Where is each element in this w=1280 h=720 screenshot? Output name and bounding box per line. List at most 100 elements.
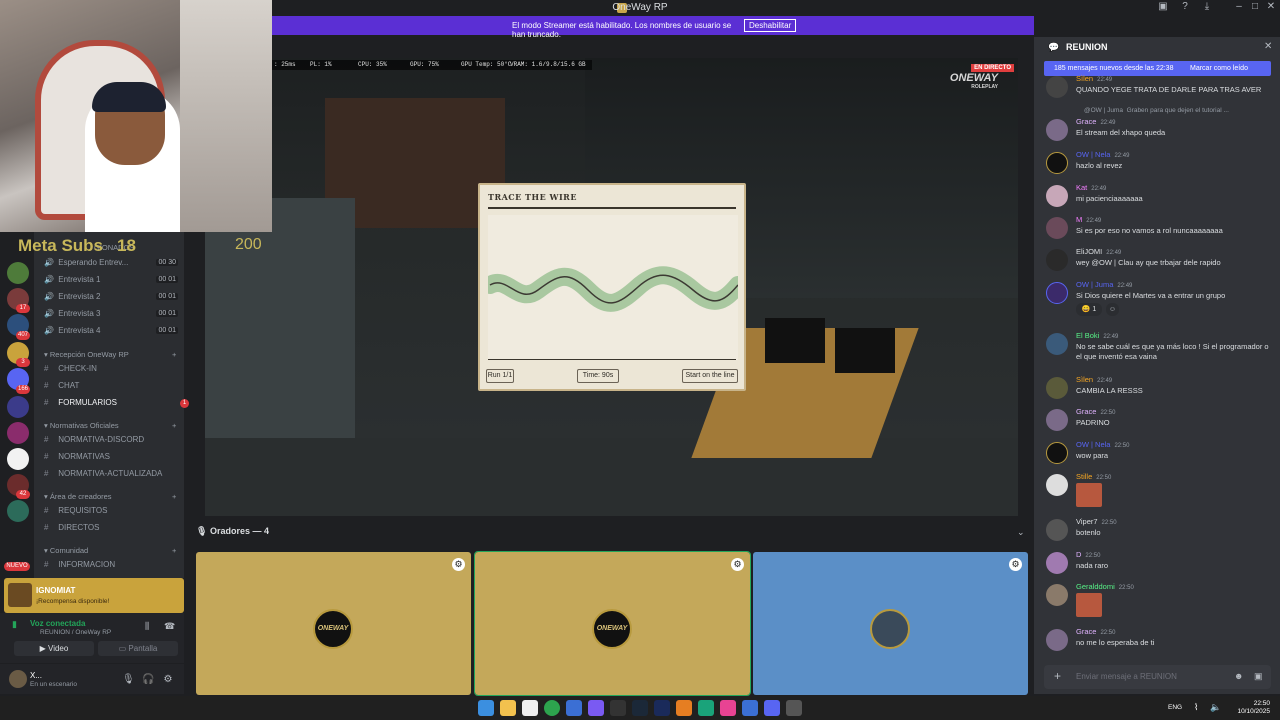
text-channel[interactable]: # NORMATIVA-DISCORD <box>44 435 184 449</box>
edge-icon[interactable] <box>698 700 714 716</box>
app-icon[interactable] <box>720 700 736 716</box>
outlook-icon[interactable] <box>566 700 582 716</box>
language-indicator[interactable]: ENG <box>1168 704 1182 711</box>
reply-preview[interactable]: @OW | Juma Graben para que dejen el tuto… <box>1044 105 1276 115</box>
inbox-icon[interactable]: ▣ <box>1154 1 1172 15</box>
clock[interactable]: 22:50 10/10/2025 <box>1237 700 1270 716</box>
wire-canvas[interactable] <box>481 215 747 360</box>
text-channel[interactable]: # CHAT <box>44 381 184 395</box>
server-icon[interactable] <box>7 396 29 418</box>
app-icon[interactable] <box>676 700 692 716</box>
app-icon[interactable] <box>742 700 758 716</box>
text-channel[interactable]: # FORMULARIOS 1 <box>44 398 189 412</box>
avatar <box>1046 474 1068 496</box>
voice-channel[interactable]: 🔊 Entrevista 1 00 01 <box>44 275 184 289</box>
start-on-line-button[interactable]: Start on the line <box>682 369 738 383</box>
wifi-icon[interactable]: ⌇ <box>1194 702 1198 713</box>
speaker-tile[interactable]: ⚙ <box>753 552 1028 695</box>
text-channel[interactable]: # INFORMACION <box>44 560 184 574</box>
channel-label: DIRECTOS <box>58 523 100 532</box>
hash-icon: # <box>44 560 49 569</box>
channel-label: CHAT <box>58 381 80 390</box>
disconnect-icon[interactable]: ☎ <box>164 621 175 632</box>
speaker-avatar: ONEWAY <box>313 609 353 649</box>
add-channel-icon[interactable]: + <box>172 492 176 501</box>
microphone-icon[interactable]: 🎙 <box>122 674 135 686</box>
chrome-icon[interactable] <box>544 700 560 716</box>
add-channel-icon[interactable]: + <box>172 350 176 359</box>
add-channel-icon[interactable]: + <box>172 546 176 555</box>
channel-count: 00 30 <box>156 259 178 266</box>
new-badge: NUEVO <box>4 562 30 571</box>
server-icon[interactable] <box>7 500 29 522</box>
text-channel[interactable]: # CHECK-IN <box>44 364 184 378</box>
voice-channel[interactable]: 🔊 Esperando Entrev... 00 30 <box>44 258 184 272</box>
app-icon[interactable] <box>610 700 626 716</box>
server-icon[interactable] <box>7 262 29 284</box>
close-window-icon[interactable]: ✕ <box>1262 1 1280 15</box>
category-label: Comunidad <box>49 546 89 555</box>
disable-streamer-button[interactable]: Deshabilitar <box>744 19 797 32</box>
settings-icon[interactable]: ⚙ <box>162 674 174 686</box>
steam-icon[interactable] <box>632 700 648 716</box>
server-badge: 407 <box>16 331 30 340</box>
options-icon[interactable]: ⚙ <box>731 558 744 571</box>
app-icon[interactable] <box>588 700 604 716</box>
voice-location[interactable]: REUNION / OneWay RP <box>40 629 111 636</box>
category-recepcion[interactable]: ▾ Recepción OneWay RP + <box>44 350 176 359</box>
avatar[interactable] <box>9 670 27 688</box>
text-channel[interactable]: # NORMATIVA-ACTUALIZADA <box>44 469 184 483</box>
file-explorer-icon[interactable] <box>500 700 516 716</box>
speaker-icon: 🔊 <box>44 326 54 335</box>
minigame-title: TRACE THE WIRE <box>488 192 577 202</box>
mark-read-button[interactable]: Marcar como leído <box>1190 65 1248 72</box>
text-channel[interactable]: # REQUISITOS <box>44 506 184 520</box>
add-channel-icon[interactable]: + <box>172 421 176 430</box>
voice-channel[interactable]: 🔊 Entrevista 2 00 01 <box>44 292 184 306</box>
category-comunidad[interactable]: ▾ Comunidad + <box>44 546 176 555</box>
category-creadores[interactable]: ▾ Área de creadores + <box>44 492 176 501</box>
start-icon[interactable] <box>478 700 494 716</box>
chat-message: OW | Nela 22:49 hazlo al revez <box>1044 150 1276 178</box>
chat-input[interactable]: + Enviar mensaje a REUNION ☻ ▣ <box>1044 665 1271 689</box>
voice-channel[interactable]: 🔊 Entrevista 3 00 01 <box>44 309 184 323</box>
author-name: OW | Nela <box>1076 150 1111 159</box>
screen-share-button[interactable]: ▭ Pantalla <box>98 641 178 656</box>
noise-suppression-icon[interactable]: ⫼ <box>145 621 149 632</box>
close-chat-icon[interactable]: ✕ <box>1264 41 1272 52</box>
message-text: CAMBIA LA RESSS <box>1076 386 1143 395</box>
server-badge: 42 <box>16 490 30 499</box>
activity-card[interactable]: IGNOMIAT ¡Recompensa disponible! <box>4 578 184 613</box>
notepad-icon[interactable] <box>522 700 538 716</box>
video-button[interactable]: ▶ Video <box>14 641 94 656</box>
gamepad-icon[interactable]: ▣ <box>1254 671 1263 682</box>
add-attachment-icon[interactable]: + <box>1054 669 1061 683</box>
settings-app-icon[interactable] <box>786 700 802 716</box>
volume-icon[interactable]: 🔈 <box>1210 702 1221 713</box>
speaker-tile[interactable]: ONEWAY ⚙ <box>196 552 471 695</box>
options-icon[interactable]: ⚙ <box>452 558 465 571</box>
help-icon[interactable]: ? <box>1176 1 1194 15</box>
server-icon[interactable] <box>7 448 29 470</box>
photoshop-icon[interactable] <box>654 700 670 716</box>
headphones-icon[interactable]: 🎧 <box>142 674 154 686</box>
speaker-tile[interactable]: ONEWAY ⚙ <box>474 551 751 696</box>
download-icon[interactable]: ⤓ <box>1198 1 1216 15</box>
emoji-icon[interactable]: ☻ <box>1234 671 1243 681</box>
category-normativas[interactable]: ▾ Normativas Oficiales + <box>44 421 176 430</box>
voice-channel[interactable]: 🔊 Entrevista 4 00 01 <box>44 326 184 340</box>
message-text: mi pacienciaaaaaaa <box>1076 194 1143 203</box>
reaction-button[interactable]: 😄 1 <box>1076 303 1102 316</box>
add-reaction-icon[interactable]: ☺ <box>1106 303 1119 316</box>
speaker-icon: 🔊 <box>44 275 54 284</box>
username[interactable]: X... <box>30 671 42 680</box>
server-icon[interactable] <box>7 422 29 444</box>
author: EliJOMI 22:49 <box>1076 247 1121 256</box>
text-channel[interactable]: # DIRECTOS <box>44 523 184 537</box>
options-icon[interactable]: ⚙ <box>1009 558 1022 571</box>
count-b: 01 <box>168 293 176 300</box>
text-channel[interactable]: # NORMATIVAS <box>44 452 184 466</box>
chevron-down-icon[interactable]: ⌄ <box>1017 527 1025 538</box>
perf-vram: VRAM: 1.6/9.8/15.6 GB <box>510 61 586 68</box>
discord-icon[interactable] <box>764 700 780 716</box>
